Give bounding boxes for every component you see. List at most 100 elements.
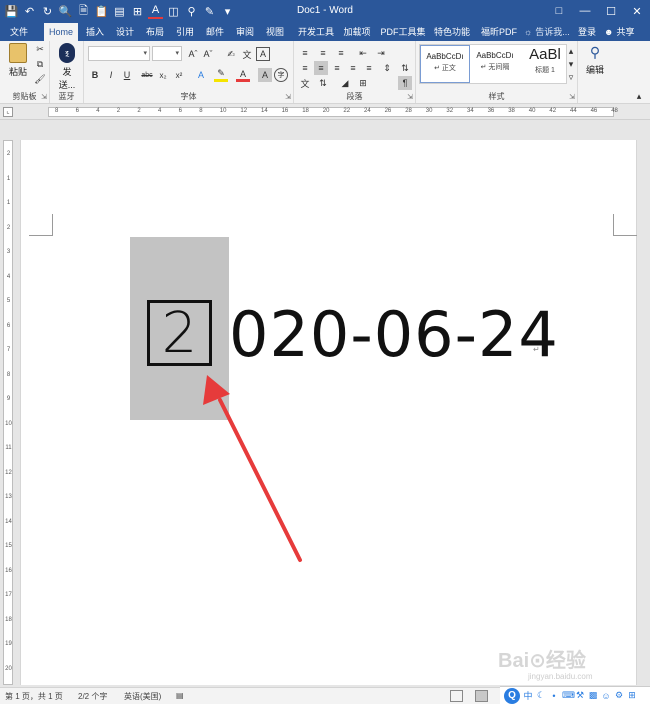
font-launcher-icon[interactable]: ⇲: [285, 93, 291, 101]
punctuation-icon[interactable]: •: [549, 691, 559, 701]
tab-review[interactable]: 审阅: [232, 23, 258, 41]
ruler-number: 26: [384, 108, 392, 114]
italic-icon[interactable]: I: [104, 68, 118, 82]
font-size-combo[interactable]: ▾: [152, 46, 182, 61]
tab-selector[interactable]: ⌞: [3, 107, 13, 117]
style-heading-1[interactable]: AaBl 标题 1: [520, 45, 570, 83]
clipboard-launcher-icon[interactable]: ⇲: [41, 93, 47, 101]
ime-logo-icon[interactable]: Q: [504, 687, 520, 704]
bullets-icon[interactable]: ≡: [298, 46, 312, 60]
subscript-icon[interactable]: x₂: [156, 68, 170, 82]
multilevel-list-icon[interactable]: ≡: [334, 46, 348, 60]
distributed-icon[interactable]: ≡: [362, 61, 376, 75]
close-button[interactable]: ✕: [624, 0, 650, 22]
moon-icon[interactable]: ☾: [536, 690, 546, 701]
ruler-number: 4: [6, 273, 11, 280]
paste-button[interactable]: 粘贴: [6, 43, 30, 78]
styles-scroll-up-icon[interactable]: ▴: [566, 44, 576, 58]
tab-foxit-pdf[interactable]: 福昕PDF: [478, 23, 520, 41]
chinese-layout-icon[interactable]: 文: [298, 76, 312, 90]
show-marks-icon[interactable]: ¶: [398, 76, 412, 90]
font-color-icon[interactable]: A: [236, 68, 250, 82]
tab-references[interactable]: 引用: [172, 23, 198, 41]
read-mode-button[interactable]: [450, 690, 463, 702]
send-bluetooth-button[interactable]: ⲝ 发 送...: [54, 43, 80, 91]
underline-icon[interactable]: U: [120, 68, 134, 82]
align-center-icon[interactable]: ≡: [314, 61, 328, 75]
emoji-icon[interactable]: ☺: [601, 691, 611, 701]
tab-pdf-tools[interactable]: PDF工具集: [380, 23, 426, 41]
styles-more-icon[interactable]: ▿: [566, 70, 576, 84]
tab-layout[interactable]: 布局: [142, 23, 168, 41]
tools-icon[interactable]: ⚒: [575, 690, 585, 701]
sort-icon[interactable]: ⇅: [316, 76, 330, 90]
paste-label: 粘贴: [8, 67, 27, 77]
minimize-button[interactable]: —: [572, 0, 598, 22]
superscript-icon[interactable]: x²: [172, 68, 186, 82]
paragraph-launcher-icon[interactable]: ⇲: [407, 93, 413, 101]
tab-view[interactable]: 视图: [262, 23, 288, 41]
highlight-icon[interactable]: ✎: [214, 68, 228, 82]
align-right-icon[interactable]: ≡: [330, 61, 344, 75]
ribbon-display-button[interactable]: □: [546, 0, 572, 22]
tab-home[interactable]: Home: [44, 23, 78, 41]
shrink-font-icon[interactable]: Aˇ: [201, 47, 215, 61]
enclosed-character[interactable]: 2: [147, 300, 212, 366]
styles-launcher-icon[interactable]: ⇲: [569, 93, 575, 101]
maximize-button[interactable]: ☐: [598, 0, 624, 22]
vertical-ruler[interactable]: 2 1 1 2 3 4 5 6 7 8 9 10 11 12 13 14 15 16 17 18 19 20: [3, 140, 13, 685]
sign-in-link[interactable]: 登录: [578, 23, 596, 41]
bold-icon[interactable]: B: [88, 68, 102, 82]
macro-record-icon[interactable]: ▤: [176, 691, 184, 700]
numbering-icon[interactable]: ≡: [316, 46, 330, 60]
grow-font-icon[interactable]: Aˆ: [186, 47, 200, 61]
ime-mode[interactable]: 中: [523, 689, 533, 702]
character-shading-icon[interactable]: A: [258, 68, 272, 82]
decrease-indent-icon[interactable]: ⇤: [356, 46, 370, 60]
tab-insert[interactable]: 插入: [82, 23, 108, 41]
tab-design[interactable]: 设计: [112, 23, 138, 41]
document-page[interactable]: [20, 140, 637, 685]
cut-icon[interactable]: ✂: [33, 42, 47, 56]
clear-format-icon[interactable]: ✍: [224, 47, 238, 61]
settings-icon[interactable]: ⚙: [614, 690, 624, 701]
tell-me-box[interactable]: ☼ 告诉我...: [524, 25, 570, 39]
enclosed-characters-icon[interactable]: 字: [274, 68, 288, 82]
horizontal-ruler[interactable]: 8 6 4 2 2 4 6 8 10 12 14 16 18 20 22 24 26 28 30 32 34 36 38 40…: [48, 107, 618, 117]
strikethrough-icon[interactable]: abc: [140, 68, 154, 82]
print-layout-button[interactable]: [475, 690, 488, 702]
tab-features[interactable]: 特色功能: [432, 23, 472, 41]
copy-icon[interactable]: ⧉: [33, 57, 47, 71]
character-border-icon[interactable]: A: [256, 47, 270, 61]
style-no-spacing[interactable]: AaBbCcDı ↵ 无间隔: [470, 45, 520, 83]
skin-icon[interactable]: ▩: [588, 690, 598, 701]
document-date-text[interactable]: 020-06-24: [229, 295, 559, 375]
justify-icon[interactable]: ≡: [346, 61, 360, 75]
collapse-ribbon-icon[interactable]: ▴: [632, 89, 646, 103]
tab-developer[interactable]: 开发工具: [296, 23, 336, 41]
tab-mailings[interactable]: 邮件: [202, 23, 228, 41]
page-count[interactable]: 第 1 页，共 1 页: [5, 691, 63, 702]
shading-icon[interactable]: ◢: [338, 76, 352, 90]
phonetic-guide-icon[interactable]: 文: [240, 47, 254, 61]
tab-addins[interactable]: 加载项: [340, 23, 374, 41]
format-painter-icon[interactable]: 🖌: [33, 72, 47, 86]
text-effects-icon[interactable]: A: [194, 68, 208, 82]
share-button[interactable]: ☻ 共享: [604, 23, 635, 41]
language-indicator[interactable]: 英语(美国): [124, 691, 161, 702]
grid-icon[interactable]: ⊞: [627, 690, 637, 701]
styles-scroll-down-icon[interactable]: ▾: [566, 57, 576, 71]
tab-file[interactable]: 文件: [2, 23, 36, 41]
style-normal[interactable]: AaBbCcDı ↵ 正文: [420, 45, 470, 83]
word-count[interactable]: 2/2 个字: [78, 691, 107, 702]
editing-button[interactable]: ⚲ 编辑: [582, 44, 608, 76]
borders-icon[interactable]: ⊞: [356, 76, 370, 90]
sort-az-icon[interactable]: ⇅: [398, 61, 412, 75]
search-icon: ⚲: [589, 44, 601, 60]
increase-indent-icon[interactable]: ⇥: [374, 46, 388, 60]
keyboard-icon[interactable]: ⌨: [562, 690, 575, 701]
align-left-icon[interactable]: ≡: [298, 61, 312, 75]
line-spacing-icon[interactable]: ⇕: [380, 61, 394, 75]
ruler-number: 6: [6, 322, 11, 329]
font-name-combo[interactable]: ▾: [88, 46, 150, 61]
